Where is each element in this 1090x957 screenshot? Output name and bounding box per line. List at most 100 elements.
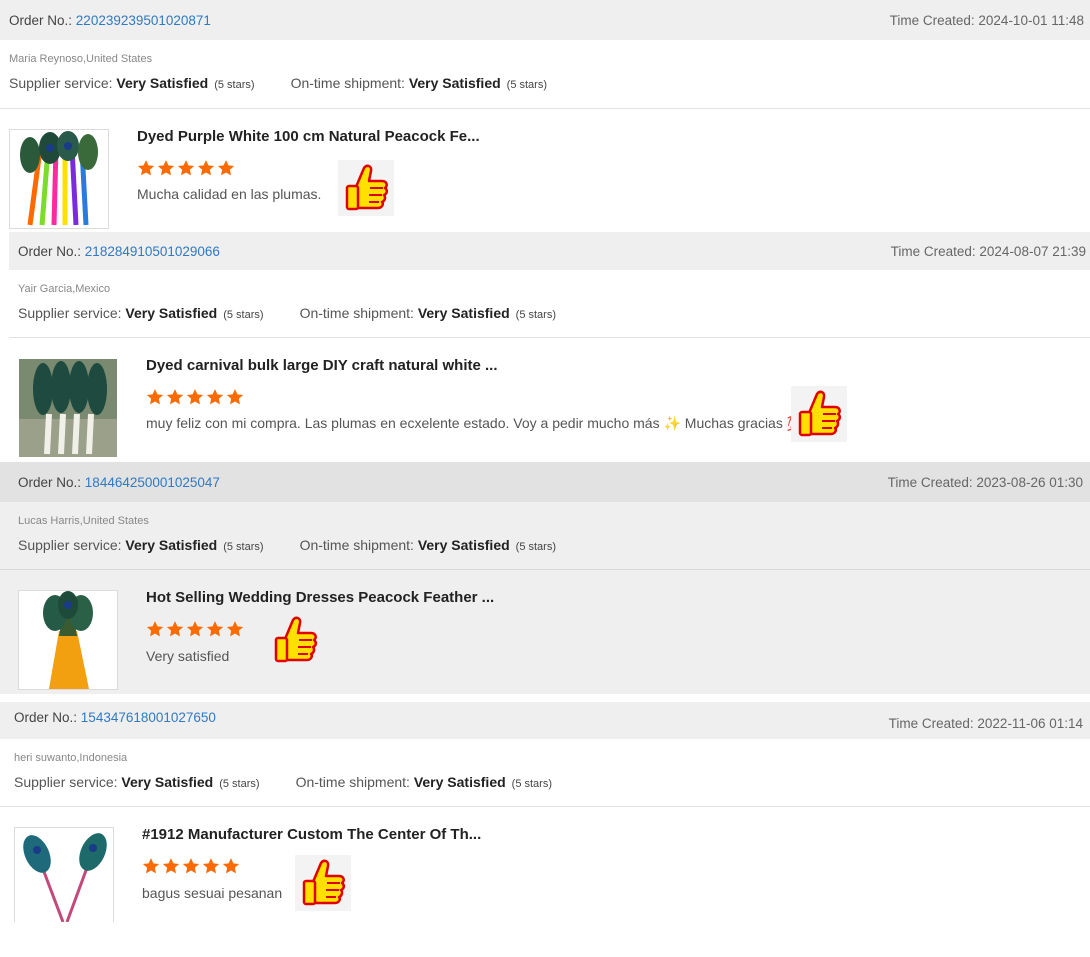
time-created: Time Created: 2022-11-06 01:14 [889,716,1083,731]
buyer-name: Yair Garcia,Mexico [18,283,111,295]
star-icon [162,858,180,874]
ratings-row: Supplier service: Very Satisfied (5 stars… [9,75,547,91]
supplier-stars-text: (5 stars) [214,79,255,91]
review-comment: Very satisfied [146,648,230,664]
time-created: Time Created: 2024-08-07 21:39 [891,244,1086,259]
star-rating [146,388,244,406]
review-comment: bagus sesuai pesanan [142,885,283,901]
product-name[interactable]: #1912 Manufacturer Custom The Center Of … [142,826,481,843]
supplier-stars-text: (5 stars) [223,309,264,321]
star-icon [226,389,244,405]
star-icon [206,389,224,405]
order-label: Order No.: [9,12,73,28]
time-created-label: Time Created: [887,474,973,490]
star-rating [137,159,235,177]
star-icon [146,389,164,405]
star-icon [202,858,220,874]
order-number-link[interactable]: 220239239501020871 [76,13,211,28]
star-rating [142,857,240,875]
divider [0,569,1090,570]
star-icon [142,858,160,874]
shipment-value: Very Satisfied [408,75,501,91]
supplier-service-value: Very Satisfied [116,75,209,91]
order-number-link[interactable]: 184464250001025047 [85,475,220,490]
product-name[interactable]: Hot Selling Wedding Dresses Peacock Feat… [146,589,494,606]
divider [0,108,1090,109]
ratings-row: Supplier service: Very Satisfied (5 stars… [14,774,552,790]
order-header: Order No.: 154347618001027650 Time Creat… [0,702,1090,739]
order-number: Order No.: 220239239501020871 [9,13,211,28]
rating-info: heri suwanto,Indonesia Supplier service:… [14,752,552,790]
supplier-service-value: Very Satisfied [125,537,218,553]
shipment-stars-text: (5 stars) [515,541,556,553]
supplier-service-label: Supplier service: [9,75,113,91]
supplier-service-label: Supplier service: [18,537,122,553]
shipment-label: On-time shipment: [295,774,410,790]
shipment-value: Very Satisfied [417,305,510,321]
shipment-stars-text: (5 stars) [506,79,547,91]
order-number-link[interactable]: 218284910501029066 [85,244,220,259]
ratings-row: Supplier service: Very Satisfied (5 stars… [18,537,556,553]
time-created-value: 2023-08-26 01:30 [976,474,1083,490]
shipment-stars-text: (5 stars) [515,309,556,321]
thumbs-up-icon [791,386,847,442]
divider [0,806,1090,807]
shipment-stars-text: (5 stars) [511,778,552,790]
shipment-value: Very Satisfied [417,537,510,553]
star-icon [137,160,155,176]
star-icon [197,160,215,176]
star-icon [186,389,204,405]
order-number: Order No.: 154347618001027650 [14,710,216,725]
star-icon [217,160,235,176]
buyer-name: Maria Reynoso,United States [9,53,153,65]
supplier-stars-text: (5 stars) [223,541,264,553]
supplier-service-label: Supplier service: [14,774,118,790]
product-image[interactable] [18,590,118,690]
review-comment: muy feliz con mi compra. Las plumas en e… [146,415,805,431]
thumbs-up-icon [295,855,351,911]
star-rating [146,620,244,638]
star-icon [186,621,204,637]
time-created-value: 2022-11-06 01:14 [977,716,1083,731]
order-number: Order No.: 218284910501029066 [18,244,220,259]
shipment-label: On-time shipment: [299,537,414,553]
shipment-label: On-time shipment: [299,305,414,321]
product-name[interactable]: Dyed carnival bulk large DIY craft natur… [146,357,498,374]
supplier-service-value: Very Satisfied [121,774,214,790]
order-header: Order No.: 220239239501020871 Time Creat… [0,0,1090,40]
order-label: Order No.: [18,243,82,259]
supplier-service-value: Very Satisfied [125,305,218,321]
thumbs-up-icon [267,612,323,668]
star-icon [226,621,244,637]
product-image[interactable] [9,129,109,229]
buyer-name: heri suwanto,Indonesia [14,752,128,764]
product-image[interactable] [18,358,118,458]
product-image[interactable] [14,827,114,922]
time-created: Time Created: 2024-10-01 11:48 [890,13,1084,28]
order-number-link[interactable]: 154347618001027650 [81,710,216,725]
shipment-label: On-time shipment: [290,75,405,91]
star-icon [222,858,240,874]
time-created: Time Created: 2023-08-26 01:30 [888,475,1083,490]
divider [9,337,1090,338]
star-icon [157,160,175,176]
order-header: Order No.: 184464250001025047 Time Creat… [0,462,1090,502]
time-created-value: 2024-10-01 11:48 [978,12,1084,28]
time-created-label: Time Created: [890,243,976,259]
star-icon [177,160,195,176]
ratings-row: Supplier service: Very Satisfied (5 stars… [18,305,556,321]
order-label: Order No.: [14,710,78,725]
order-number: Order No.: 184464250001025047 [18,475,220,490]
supplier-service-label: Supplier service: [18,305,122,321]
shipment-value: Very Satisfied [413,774,506,790]
star-icon [146,621,164,637]
supplier-stars-text: (5 stars) [219,778,260,790]
order-header: Order No.: 218284910501029066 Time Creat… [9,232,1090,270]
product-name[interactable]: Dyed Purple White 100 cm Natural Peacock… [137,128,480,145]
rating-info: Maria Reynoso,United States Supplier ser… [9,53,547,91]
review-comment: Mucha calidad en las plumas. [137,186,322,202]
thumbs-up-icon [338,160,394,216]
star-icon [166,621,184,637]
rating-info: Lucas Harris,United States Supplier serv… [18,515,556,553]
time-created-label: Time Created: [889,12,975,28]
